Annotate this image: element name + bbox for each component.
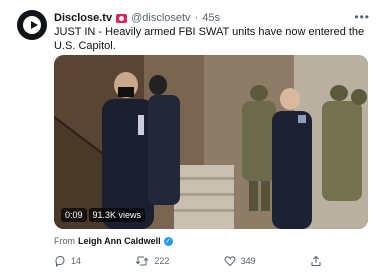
heart-icon [224, 256, 236, 267]
video-timestamp: 0:09 [61, 208, 87, 222]
reply-icon [55, 255, 65, 267]
more-icon[interactable]: ••• [354, 10, 370, 24]
retweet-icon [135, 256, 149, 266]
video-views: 91.3K views [88, 208, 146, 222]
timestamp[interactable]: 45s [202, 12, 220, 24]
verified-badge-icon: ✓ [163, 236, 173, 246]
retweet-button[interactable]: 222 [135, 255, 169, 267]
video-player[interactable]: 0:09 91.3K views [54, 55, 368, 229]
from-attribution: From Leigh Ann Caldwell ✓ [54, 236, 173, 246]
video-frame [54, 55, 368, 229]
like-count: 349 [240, 256, 256, 266]
like-button[interactable]: 349 [224, 255, 256, 267]
video-info: 0:09 91.3K views [61, 208, 146, 222]
share-icon [311, 255, 321, 266]
separator: · [194, 12, 199, 24]
display-name[interactable]: Disclose.tv [54, 12, 112, 24]
from-prefix: From [54, 236, 75, 246]
tweet-actions: 14 222 349 [54, 254, 322, 268]
from-source-name[interactable]: Leigh Ann Caldwell [78, 236, 161, 246]
reply-button[interactable]: 14 [54, 255, 81, 267]
handle[interactable]: @disclosetv [131, 12, 190, 24]
avatar[interactable] [17, 10, 47, 40]
tweet-text: JUST IN - Heavily armed FBI SWAT units h… [54, 26, 365, 52]
tweet-header: Disclose.tv @disclosetv · 45s [54, 10, 220, 26]
share-button[interactable] [310, 255, 322, 267]
reply-count: 14 [71, 256, 82, 266]
play-logo-icon [23, 16, 41, 34]
retweet-count: 222 [154, 256, 170, 266]
red-label-icon [116, 13, 128, 23]
